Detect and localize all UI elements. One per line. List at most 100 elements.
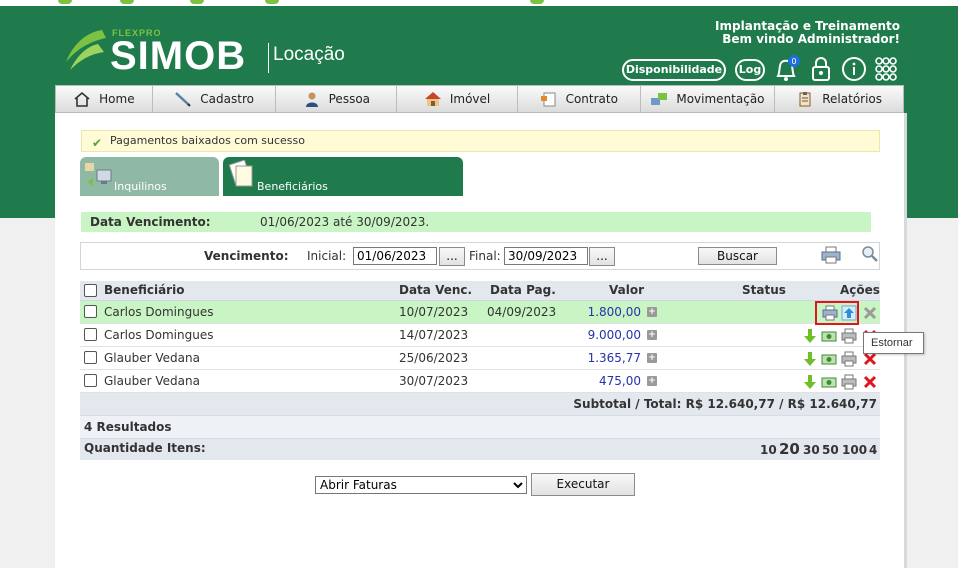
disponibilidade-button[interactable]: Disponibilidade: [622, 59, 726, 81]
row-checkbox[interactable]: [84, 305, 97, 318]
welcome-user: Bem vindo Administrador!: [722, 32, 900, 46]
page-size-100[interactable]: 100: [842, 443, 867, 457]
house-icon: [424, 92, 441, 106]
success-message: ✔ Pagamentos baixados com sucesso: [81, 130, 880, 152]
header-acoes: Ações: [840, 283, 880, 297]
arrow-down-icon[interactable]: [802, 374, 818, 390]
table-header: Beneficiário Data Venc. Data Pag. Valor …: [80, 281, 880, 301]
delete-x-icon[interactable]: [862, 305, 878, 321]
notification-bell-icon[interactable]: 0: [772, 54, 800, 84]
final-label: Final:: [469, 249, 501, 263]
search-icon[interactable]: [861, 245, 879, 263]
table-row[interactable]: Carlos Domingues 10/07/2023 04/09/2023 1…: [80, 301, 880, 324]
row-checkbox[interactable]: [84, 351, 97, 364]
results-count: 4 Resultados: [84, 420, 172, 434]
cell-data-venc: 30/07/2023: [399, 374, 469, 388]
nav-pessoa[interactable]: Pessoa: [276, 86, 398, 112]
subtotal-row: Subtotal / Total: R$ 12.640,77 / R$ 12.6…: [80, 393, 880, 415]
final-date-picker-button[interactable]: ...: [589, 247, 615, 266]
nav-relatorios[interactable]: Relatórios: [775, 86, 903, 112]
tenants-icon: [85, 163, 112, 186]
nav-movimentacao[interactable]: Movimentação: [641, 86, 776, 112]
nav-pessoa-label: Pessoa: [328, 92, 371, 106]
tab-beneficiarios[interactable]: Beneficiários: [223, 157, 463, 196]
buscar-button[interactable]: Buscar: [698, 247, 777, 265]
contract-icon: [540, 92, 556, 107]
action-select[interactable]: Abrir Faturas: [315, 476, 527, 494]
page-size-50[interactable]: 50: [822, 443, 839, 457]
expand-plus-icon[interactable]: +: [647, 353, 657, 363]
expand-plus-icon[interactable]: +: [647, 307, 657, 317]
logo-separator: [268, 43, 269, 73]
row-checkbox[interactable]: [84, 328, 97, 341]
print-icon[interactable]: [841, 374, 857, 390]
final-date-input[interactable]: [504, 247, 588, 265]
table-row[interactable]: Carlos Domingues 14/07/2023 9.000,00 +: [80, 324, 880, 347]
tab-inquilinos[interactable]: Inquilinos: [80, 157, 219, 196]
cell-beneficiario: Carlos Domingues: [104, 305, 214, 319]
filter-bar: Vencimento: Inicial: ... Final: ... Busc…: [80, 242, 880, 270]
executar-button[interactable]: Executar: [531, 473, 635, 496]
nav-cadastro[interactable]: Cadastro: [153, 86, 277, 112]
inicial-date-picker-button[interactable]: ...: [439, 247, 465, 266]
money-icon[interactable]: [821, 351, 837, 367]
welcome-text: Implantação e Treinamento Bem vindo Admi…: [715, 20, 900, 46]
arrow-down-icon[interactable]: [802, 351, 818, 367]
page-size-20[interactable]: 20: [779, 440, 800, 458]
log-button[interactable]: Log: [735, 59, 765, 81]
inicial-date-input[interactable]: [353, 247, 437, 265]
home-icon: [74, 91, 90, 107]
notification-count: 0: [791, 57, 796, 66]
highlight-box: [815, 301, 859, 325]
nav-home[interactable]: Home: [56, 86, 153, 112]
row-checkbox[interactable]: [84, 374, 97, 387]
select-all-checkbox[interactable]: [84, 284, 97, 297]
logo[interactable]: FLEXPRO SIMOB Locação: [62, 26, 362, 78]
lock-icon[interactable]: [807, 54, 835, 84]
header-data-pag[interactable]: Data Pag.: [490, 281, 556, 300]
inicial-label: Inicial:: [307, 249, 347, 263]
arrow-down-icon[interactable]: [802, 328, 818, 344]
page-size-10[interactable]: 10: [760, 443, 777, 457]
header-beneficiario[interactable]: Beneficiário: [104, 281, 184, 300]
cell-data-pag: 04/09/2023: [487, 305, 557, 319]
vencimento-summary-value: 01/06/2023 até 30/09/2023.: [260, 215, 430, 229]
delete-x-icon[interactable]: [862, 374, 878, 390]
expand-plus-icon[interactable]: +: [647, 330, 657, 340]
nav-contrato-label: Contrato: [565, 92, 618, 106]
documents-icon: [228, 160, 253, 187]
cell-beneficiario: Glauber Vedana: [104, 351, 200, 365]
nav-imovel[interactable]: Imóvel: [397, 86, 518, 112]
money-icon[interactable]: [821, 374, 837, 390]
nav-imovel-label: Imóvel: [449, 92, 491, 106]
expand-plus-icon[interactable]: +: [647, 376, 657, 386]
money-icon[interactable]: [821, 328, 837, 344]
table-row[interactable]: Glauber Vedana 25/06/2023 1.365,77 +: [80, 347, 880, 370]
print-icon[interactable]: [841, 351, 857, 367]
vencimento-summary-label: Data Vencimento:: [90, 215, 211, 229]
header-status[interactable]: Status: [742, 281, 786, 300]
nav-home-label: Home: [99, 92, 135, 106]
cell-data-venc: 25/06/2023: [399, 351, 469, 365]
tab-inquilinos-label: Inquilinos: [114, 180, 167, 193]
print-icon[interactable]: [841, 328, 857, 344]
page-size-30[interactable]: 30: [803, 443, 820, 457]
cell-valor: 1.800,00: [587, 305, 641, 319]
nav-cadastro-label: Cadastro: [200, 92, 254, 106]
header-valor[interactable]: Valor: [609, 281, 644, 300]
table-row[interactable]: Glauber Vedana 30/07/2023 475,00 +: [80, 370, 880, 393]
nav-contrato[interactable]: Contrato: [518, 86, 641, 112]
brand-name: SIMOB: [110, 34, 247, 78]
cell-valor: 1.365,77: [587, 351, 641, 365]
print-icon[interactable]: [821, 246, 841, 264]
swoosh-logo-icon: [66, 30, 106, 70]
module-name: Locação: [273, 44, 345, 65]
main-nav: Home Cadastro Pessoa Imóvel Contrato Mov…: [55, 85, 904, 113]
info-icon[interactable]: [840, 54, 868, 84]
quantidade-label: Quantidade Itens:: [84, 441, 206, 455]
apps-grid-icon[interactable]: [872, 54, 900, 84]
page-size-total[interactable]: 4: [869, 443, 877, 457]
cell-data-venc: 10/07/2023: [399, 305, 469, 319]
header-data-venc[interactable]: Data Venc.: [399, 281, 472, 300]
subtotal-text: Subtotal / Total: R$ 12.640,77 / R$ 12.6…: [573, 397, 877, 411]
